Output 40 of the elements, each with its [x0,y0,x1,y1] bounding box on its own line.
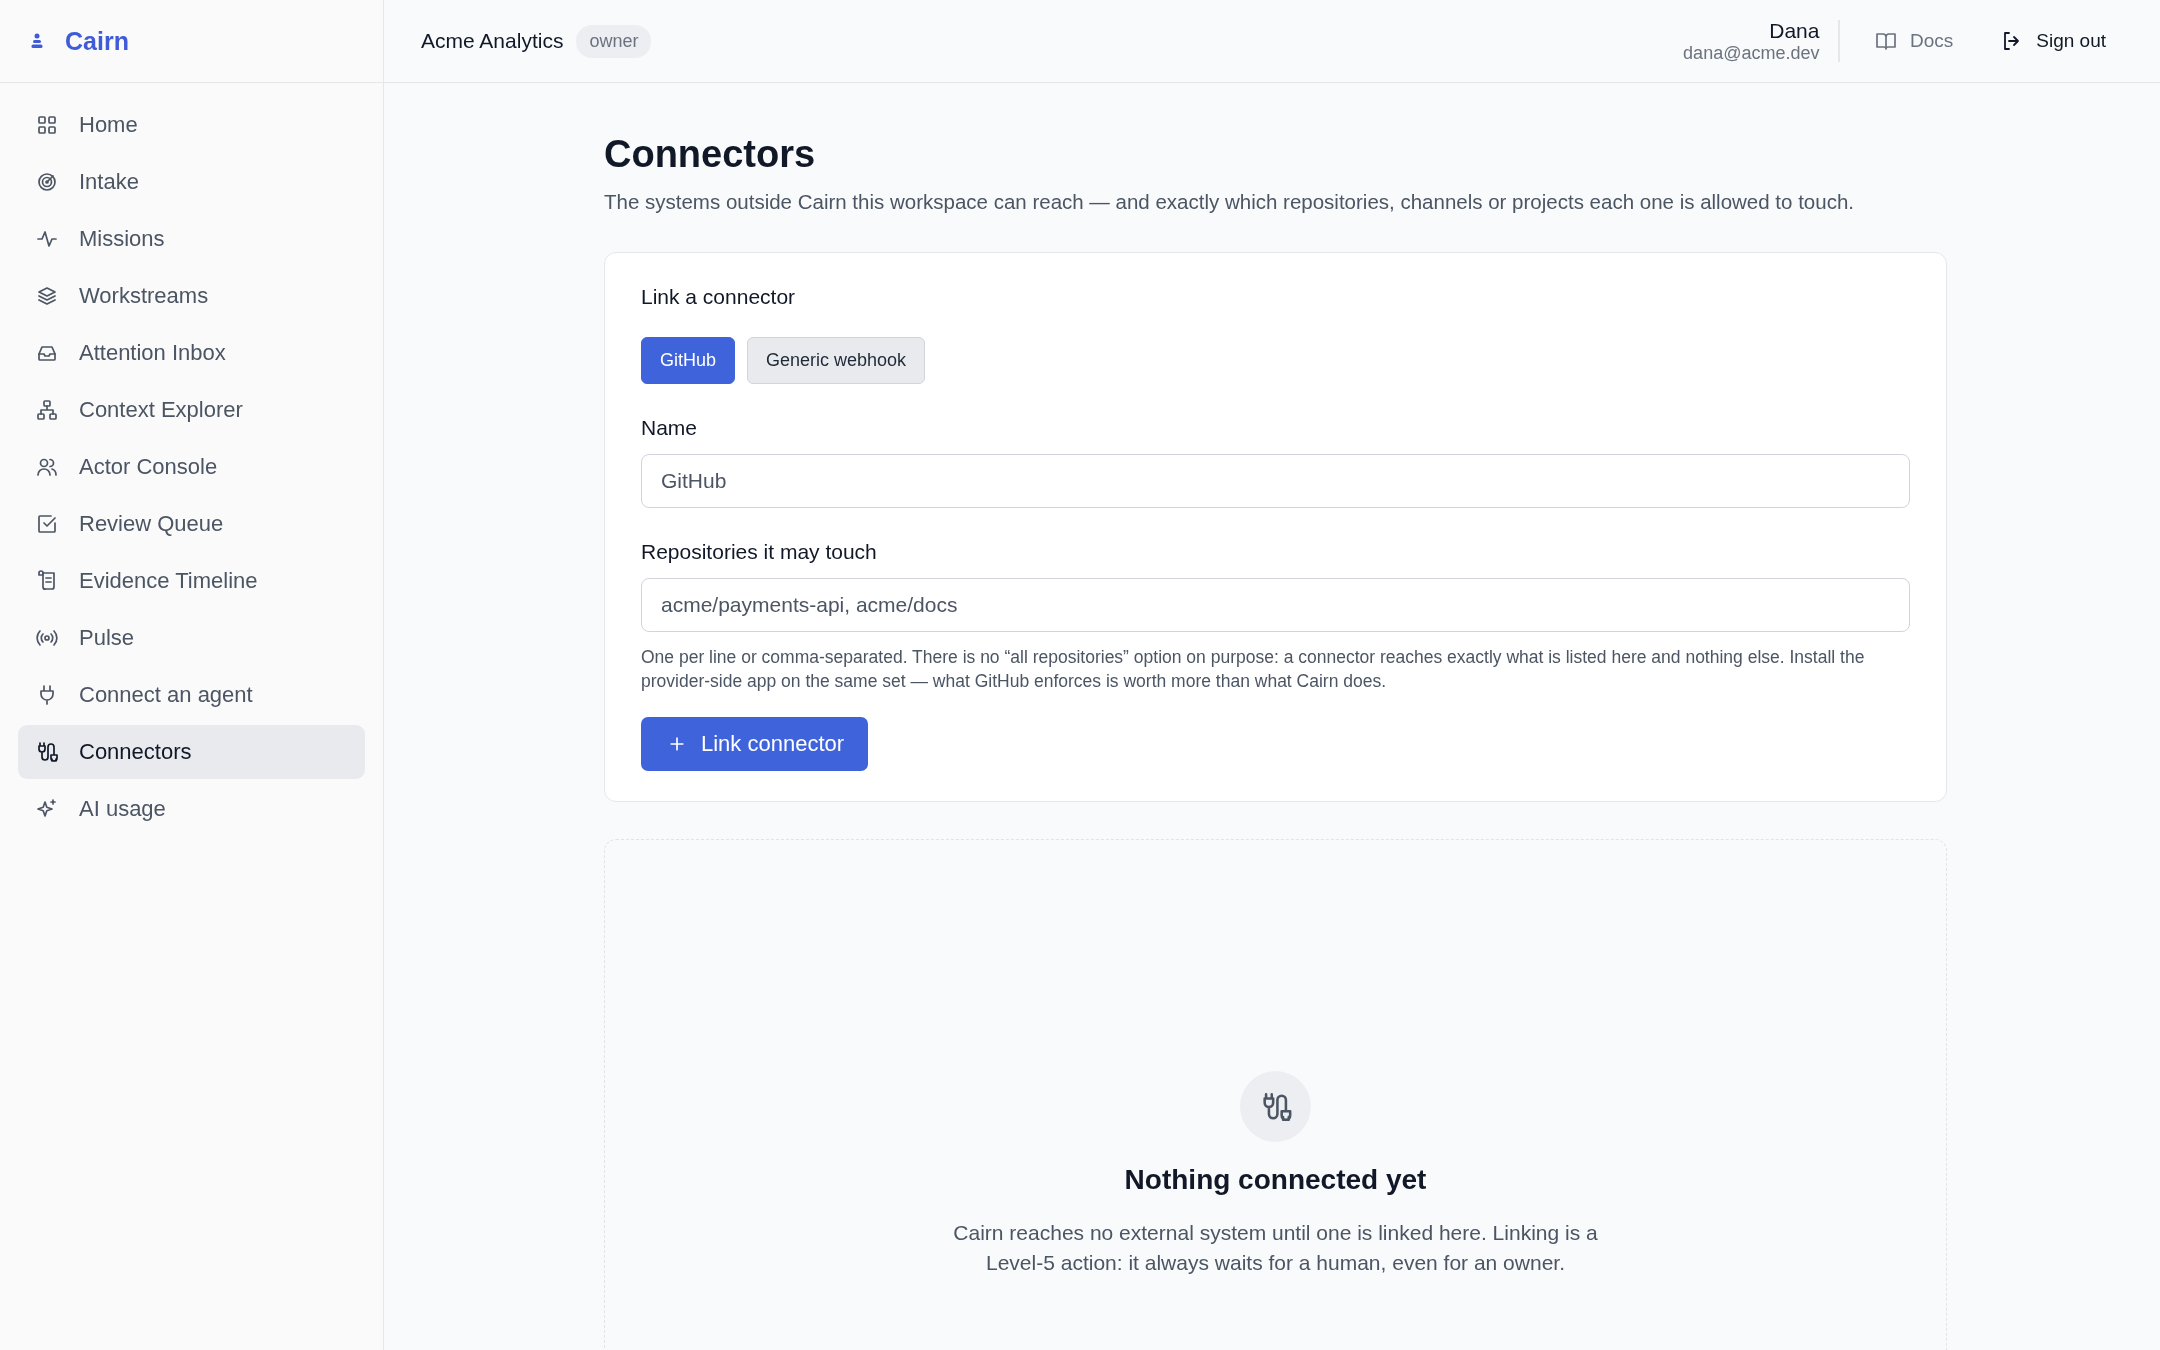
name-field[interactable]: GitHub [641,454,1910,508]
checkbox-icon [35,512,59,536]
target-icon [35,170,59,194]
sidebar-item[interactable]: Evidence Timeline [18,554,365,608]
workspace-name: Acme Analytics [421,29,564,53]
type-toggle[interactable]: GitHub [641,337,736,384]
role-badge: owner [576,24,652,58]
sidebar-item[interactable]: Intake [18,155,365,209]
grid-icon [35,113,59,137]
sidebar-item[interactable]: Connect an agent [18,668,365,722]
user-email: dana@acme.dev [1683,42,1820,64]
sidebar-item[interactable]: Connectors [18,725,365,779]
sidebar-item[interactable]: Pulse [18,611,365,665]
sidebar-item[interactable]: Actor Console [18,440,365,494]
empty-text: Cairn reaches no external system until one is linked here. Linking is a Level-5 action: it always waits for a human, even for an owner. [952,1220,1599,1276]
docs-link[interactable]: Docs [1873,29,1954,53]
sidebar-item[interactable]: Attention Inbox [18,326,365,380]
sidebar-item[interactable]: Home [18,98,365,152]
layers-icon [35,284,59,308]
link-connector-button[interactable]: Link connector [641,717,869,771]
form-heading: Link a connector [641,285,796,309]
logo-icon [31,33,43,49]
user-name: Dana [1769,18,1820,43]
sidebar-item[interactable]: Workstreams [18,269,365,323]
page-subtitle: The systems outside Cairn this workspace can reach — and exactly which repositories, channels or projects each one is allowed to touch. [604,190,1855,214]
help-text: One per line or comma-separated. There is no “all repositories” option on purpose: a connector reaches exactly what is listed here and nothing else. Install the provider-side app on the same set — what GitHub enforces is worth more than what Cairn does. [641,646,1866,693]
page-title: Connectors [604,133,817,176]
sidebar-item[interactable]: Context Explorer [18,383,365,437]
sidebar-item[interactable]: Review Queue [18,497,365,551]
cable-icon [35,740,59,764]
empty-title: Nothing connected yet [1124,1164,1427,1196]
type-toggle[interactable]: Generic webhook [747,337,926,384]
hierarchy-icon [35,398,59,422]
sign-out-link[interactable]: Sign out [2000,29,2106,53]
field-label: Name [641,416,698,440]
sidebar-item[interactable]: AI usage [18,782,365,836]
field-label: Repositories it may touch [641,540,877,564]
brand-name: Cairn [65,26,129,56]
sidebar-item[interactable]: Missions [18,212,365,266]
repositories-field[interactable]: acme/payments-api, acme/docs [641,578,1910,632]
